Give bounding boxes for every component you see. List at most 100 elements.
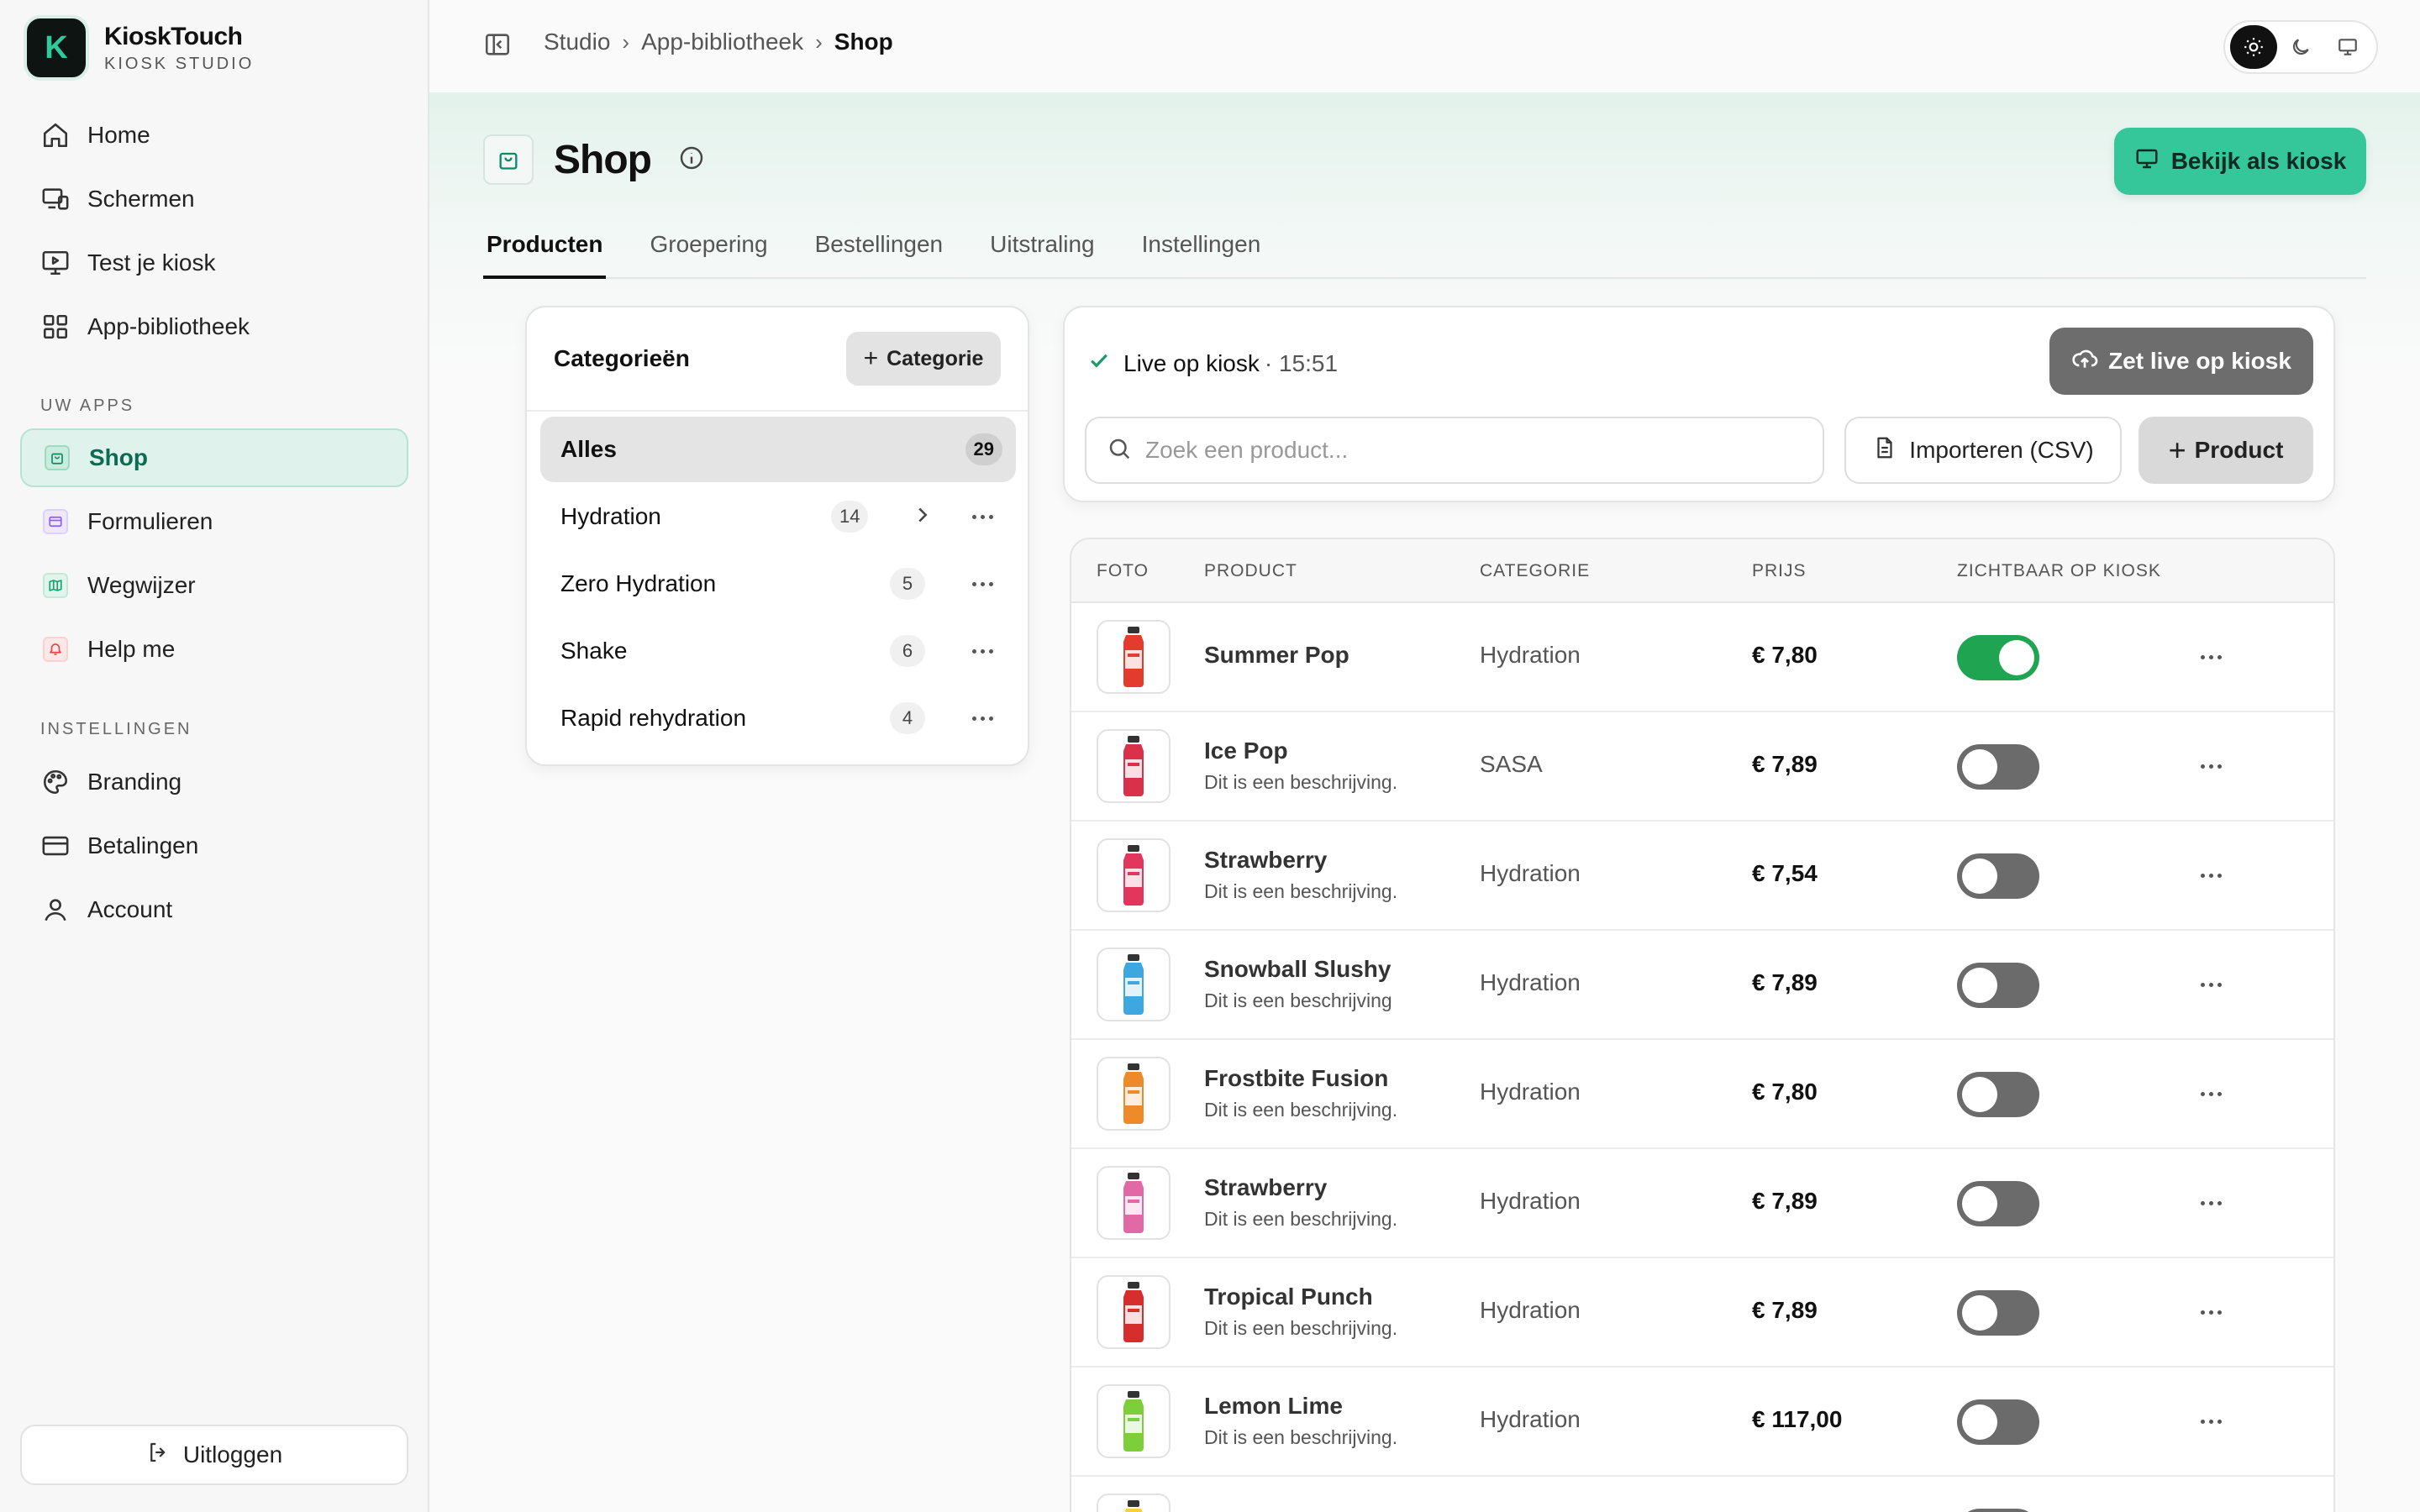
product-name[interactable]: Frostbite Fusion <box>1204 1065 1388 1092</box>
table-row[interactable]: Strawberry Dit is een beschrijving. Hydrat… <box>1071 1149 2333 1258</box>
visibility-toggle[interactable] <box>1957 963 2039 1008</box>
sidebar-item-formulieren[interactable]: Formulieren <box>20 492 408 551</box>
sidebar-item-branding[interactable]: Branding <box>20 753 408 811</box>
product-name[interactable]: Tropical Punch <box>1204 1284 1373 1310</box>
table-row[interactable]: Lemon Lime Dit is een beschrijving. Hydrat… <box>1071 1368 2333 1477</box>
product-name[interactable]: Strawberry <box>1204 847 1327 874</box>
visibility-toggle[interactable] <box>1957 635 2039 680</box>
tab-bar: Producten Groepering Bestellingen Uitstr… <box>483 218 2366 279</box>
more-icon[interactable] <box>972 649 993 654</box>
publish-button[interactable]: Zet live op kiosk <box>2049 328 2313 395</box>
visibility-toggle[interactable] <box>1957 1290 2039 1336</box>
product-name[interactable]: Ice Pop <box>1204 738 1288 764</box>
sidebar-item-schermen[interactable]: Schermen <box>20 170 408 228</box>
category-count: 29 <box>965 433 1002 465</box>
sidebar: K KioskTouch KIOSK STUDIO Home Schermen … <box>0 0 429 1512</box>
sidebar-toggle-icon[interactable] <box>483 30 512 63</box>
table-row[interactable]: Snowball Slushy Dit is een beschrijving Hy… <box>1071 931 2333 1040</box>
plus-icon: + <box>863 344 879 372</box>
breadcrumb-current: Shop <box>834 29 893 55</box>
tab-producten[interactable]: Producten <box>483 218 607 279</box>
theme-switcher <box>2223 20 2378 74</box>
product-name[interactable]: Lemon Lime <box>1204 1393 1343 1420</box>
product-photo <box>1097 948 1171 1021</box>
category-item-shake[interactable]: Shake 6 <box>540 618 1016 684</box>
more-icon[interactable] <box>972 717 993 721</box>
monitor-icon <box>2134 146 2160 177</box>
product-photo <box>1097 1384 1171 1458</box>
more-icon[interactable] <box>2201 1201 2222 1205</box>
more-icon[interactable] <box>2201 1092 2222 1096</box>
table-row[interactable]: Lemonade <box>1071 1477 2333 1512</box>
sidebar-item-label: Home <box>87 122 150 148</box>
category-count: 6 <box>890 635 925 667</box>
user-icon <box>40 895 71 925</box>
more-icon[interactable] <box>2201 874 2222 878</box>
search-input[interactable] <box>1145 437 1801 464</box>
product-name[interactable]: Strawberry <box>1204 1174 1327 1201</box>
more-icon[interactable] <box>972 582 993 586</box>
publish-panel: Live op kiosk · 15:51 Zet live op kiosk … <box>1063 306 2335 502</box>
sidebar-item-test-kiosk[interactable]: Test je kiosk <box>20 234 408 292</box>
category-item-alles[interactable]: Alles 29 <box>540 417 1016 482</box>
grid-icon <box>40 312 71 342</box>
more-icon[interactable] <box>2201 983 2222 987</box>
add-category-button[interactable]: + Categorie <box>846 332 1001 386</box>
sidebar-item-home[interactable]: Home <box>20 106 408 165</box>
dark-mode-button[interactable] <box>2277 25 2324 69</box>
tab-uitstraling[interactable]: Uitstraling <box>986 218 1097 279</box>
table-row[interactable]: Summer Pop Hydration € 7,80 <box>1071 603 2333 712</box>
system-mode-button[interactable] <box>2324 25 2371 69</box>
add-product-button[interactable]: + Product <box>2139 417 2313 484</box>
page-header: Shop <box>483 134 705 185</box>
tab-groepering[interactable]: Groepering <box>646 218 771 279</box>
tab-bestellingen[interactable]: Bestellingen <box>812 218 947 279</box>
product-name[interactable]: Snowball Slushy <box>1204 956 1391 983</box>
search-field[interactable] <box>1085 417 1824 484</box>
table-row[interactable]: Ice Pop Dit is een beschrijving. SASA € 7,8… <box>1071 712 2333 822</box>
product-price: € 7,89 <box>1752 969 1818 995</box>
category-item-hydration[interactable]: Hydration 14 <box>540 484 1016 549</box>
table-row[interactable]: Frostbite Fusion Dit is een beschrijving.… <box>1071 1040 2333 1149</box>
light-mode-button[interactable] <box>2230 25 2277 69</box>
product-photo <box>1097 1057 1171 1131</box>
more-icon[interactable] <box>2201 1420 2222 1424</box>
category-item-rapid-rehydration[interactable]: Rapid rehydration 4 <box>540 685 1016 751</box>
import-csv-label: Importeren (CSV) <box>1909 437 2094 463</box>
visibility-toggle[interactable] <box>1957 1509 2039 1512</box>
sidebar-item-label: Schermen <box>87 186 195 212</box>
sidebar-item-account[interactable]: Account <box>20 880 408 939</box>
table-row[interactable]: Strawberry Dit is een beschrijving. Hydrat… <box>1071 822 2333 931</box>
info-icon[interactable] <box>678 144 705 176</box>
category-item-zero-hydration[interactable]: Zero Hydration 5 <box>540 551 1016 617</box>
visibility-toggle[interactable] <box>1957 1072 2039 1117</box>
table-row[interactable]: Tropical Punch Dit is een beschrijving. Hy… <box>1071 1258 2333 1368</box>
plus-icon: + <box>2168 433 2186 467</box>
product-photo <box>1097 620 1171 694</box>
chevron-right-icon[interactable] <box>910 502 935 533</box>
visibility-toggle[interactable] <box>1957 1399 2039 1445</box>
sidebar-item-help-me[interactable]: Help me <box>20 620 408 679</box>
sidebar-item-shop[interactable]: Shop <box>20 428 408 487</box>
visibility-toggle[interactable] <box>1957 744 2039 790</box>
import-csv-button[interactable]: Importeren (CSV) <box>1844 417 2122 484</box>
tab-instellingen[interactable]: Instellingen <box>1139 218 1265 279</box>
more-icon[interactable] <box>2201 764 2222 769</box>
visibility-toggle[interactable] <box>1957 1181 2039 1226</box>
brand[interactable]: K KioskTouch KIOSK STUDIO <box>24 15 254 81</box>
logout-button[interactable]: Uitloggen <box>20 1425 408 1485</box>
form-icon <box>40 507 71 537</box>
more-icon[interactable] <box>2201 1310 2222 1315</box>
sidebar-item-betalingen[interactable]: Betalingen <box>20 816 408 875</box>
view-as-kiosk-button[interactable]: Bekijk als kiosk <box>2114 128 2366 195</box>
sidebar-item-wegwijzer[interactable]: Wegwijzer <box>20 556 408 615</box>
live-status-label: Live op kiosk <box>1123 349 1260 376</box>
product-name[interactable]: Summer Pop <box>1204 642 1349 669</box>
breadcrumb-studio[interactable]: Studio <box>544 29 610 55</box>
visibility-toggle[interactable] <box>1957 853 2039 899</box>
more-icon[interactable] <box>2201 655 2222 659</box>
chevron-right-icon: › <box>622 29 630 55</box>
more-icon[interactable] <box>972 515 993 519</box>
breadcrumb-app-bibliotheek[interactable]: App-bibliotheek <box>641 29 803 55</box>
sidebar-item-app-bibliotheek[interactable]: App-bibliotheek <box>20 297 408 356</box>
